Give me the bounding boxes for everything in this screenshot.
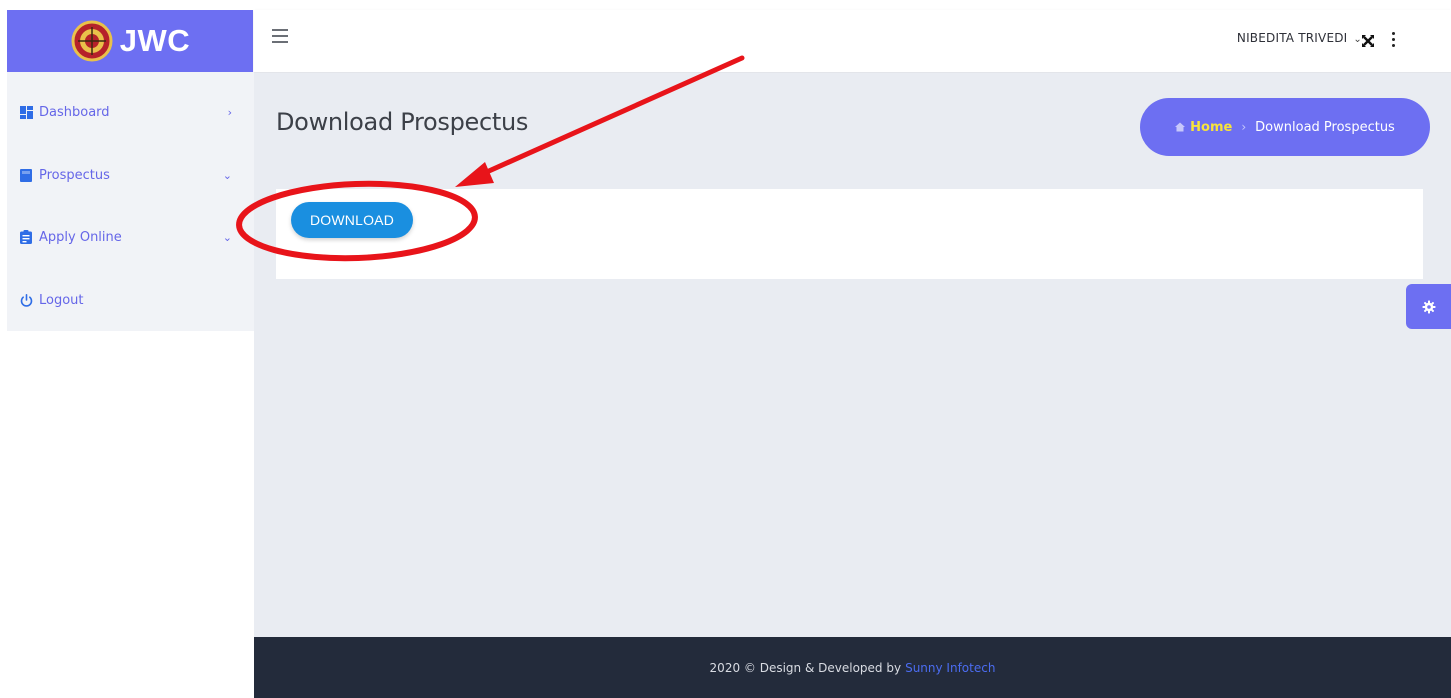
gear-icon xyxy=(1422,300,1435,313)
chevron-right-icon: › xyxy=(227,105,232,119)
kebab-icon[interactable] xyxy=(1392,32,1396,50)
dashboard-grid-icon xyxy=(19,105,33,119)
power-icon xyxy=(19,293,33,307)
sidebar-item-apply-online[interactable]: Apply Online ⌄ xyxy=(7,217,254,257)
user-menu[interactable]: NIBEDITA TRIVEDI ⌄ xyxy=(1237,31,1362,45)
settings-button[interactable] xyxy=(1406,284,1451,329)
sidebar-item-dashboard[interactable]: Dashboard › xyxy=(7,92,254,132)
sidebar-item-prospectus[interactable]: Prospectus ⌄ xyxy=(7,155,254,195)
page-title: Download Prospectus xyxy=(276,108,529,136)
user-name: NIBEDITA TRIVEDI xyxy=(1236,31,1348,45)
home-icon xyxy=(1175,122,1186,132)
chevron-down-icon: ⌄ xyxy=(222,230,232,244)
chevron-down-icon: ⌄ xyxy=(222,168,232,182)
sidebar-item-label: Apply Online xyxy=(39,229,122,245)
book-icon xyxy=(19,168,33,182)
hamburger-icon[interactable] xyxy=(272,29,288,43)
clipboard-icon xyxy=(19,230,33,244)
sidebar-item-label: Logout xyxy=(39,292,84,308)
footer-text: 2020 © Design & Developed by xyxy=(709,660,902,675)
fullscreen-icon[interactable] xyxy=(1361,34,1375,48)
main-content: Download Prospectus Home › Download Pros… xyxy=(254,73,1451,637)
breadcrumb-current: Download Prospectus xyxy=(1255,119,1395,135)
sidebar-item-logout[interactable]: Logout xyxy=(7,280,254,320)
breadcrumb-home-link[interactable]: Home xyxy=(1190,120,1232,135)
sidebar: Dashboard › Prospectus ⌄ Apply Online ⌄ … xyxy=(7,72,254,331)
brand-logo[interactable]: JWC xyxy=(7,10,253,72)
download-card: DOWNLOAD xyxy=(276,189,1423,279)
sidebar-item-label: Dashboard xyxy=(39,104,110,120)
chevron-right-icon: › xyxy=(1241,120,1247,134)
sidebar-item-label: Prospectus xyxy=(39,167,110,183)
download-button[interactable]: DOWNLOAD xyxy=(291,202,413,238)
college-emblem-icon xyxy=(71,20,113,62)
footer: 2020 © Design & Developed by Sunny Infote… xyxy=(254,637,1451,698)
top-navbar: NIBEDITA TRIVEDI ⌄ xyxy=(254,10,1451,73)
brand-name: JWC xyxy=(119,23,191,58)
breadcrumb: Home › Download Prospectus xyxy=(1140,98,1430,156)
footer-link[interactable]: Sunny Infotech xyxy=(905,661,995,675)
